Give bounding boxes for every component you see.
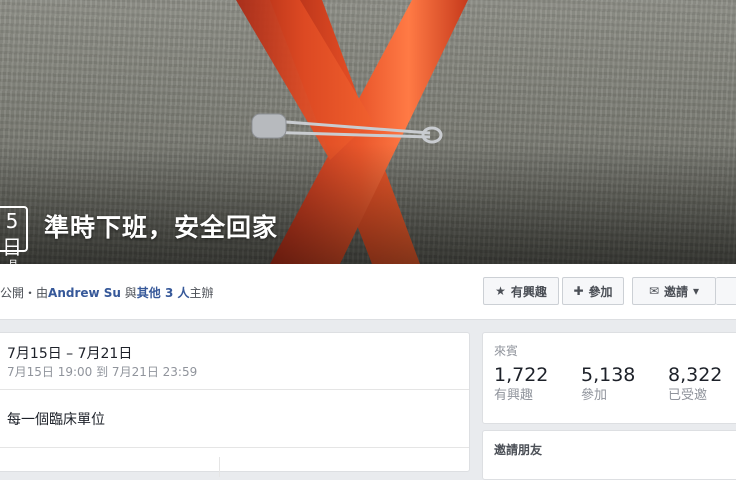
and-text: 與	[120, 286, 137, 300]
invite-friends-card: 邀請朋友	[482, 430, 736, 480]
more-button[interactable]	[716, 277, 736, 305]
date-badge: 5日 月	[0, 206, 28, 264]
interested-button[interactable]: ★ 有興趣	[483, 277, 559, 305]
stat-going[interactable]: 5,138 參加	[581, 363, 635, 405]
caret-down-icon: ▾	[693, 284, 700, 298]
star-icon: ★	[495, 284, 506, 298]
other-hosts-link[interactable]: 其他 3 人	[137, 286, 190, 300]
stat-value: 1,722	[494, 364, 549, 386]
guests-card: 來賓 1,722 有興趣 5,138 參加 8,322 已受邀	[482, 332, 736, 424]
hosted-text: 主辦	[189, 286, 214, 300]
cover-gradient	[0, 144, 736, 264]
divider	[0, 389, 469, 390]
join-label: 參加	[588, 284, 613, 299]
stat-value: 8,322	[668, 364, 723, 386]
event-location: 每一個臨床單位	[7, 412, 105, 428]
date-range: 7月15日 – 7月21日	[7, 346, 133, 362]
stat-label: 已受邀	[668, 388, 708, 403]
join-button[interactable]: ✚ 參加	[562, 277, 624, 305]
envelope-icon: ✉	[648, 284, 659, 298]
invite-friends-heading: 邀請朋友	[494, 443, 543, 457]
interested-label: 有興趣	[510, 284, 547, 299]
host-link[interactable]: Andrew Su	[48, 286, 121, 300]
cover-photo[interactable]: 5日 月 準時下班，安全回家	[0, 0, 736, 264]
guests-heading: 來賓	[494, 344, 519, 358]
invite-label: 邀請	[664, 284, 689, 299]
host-line: 公開・由Andrew Su 與其他 3 人主辦	[0, 284, 214, 301]
by-prefix: ・由	[24, 286, 49, 300]
event-title: 準時下班，安全回家	[44, 213, 279, 242]
event-details-card: 7月15日 – 7月21日 7月15日 19:00 到 7月21日 23:59 …	[0, 332, 470, 477]
privacy-label: 公開	[0, 286, 25, 300]
plus-icon: ✚	[573, 284, 584, 298]
tab-separator	[219, 457, 220, 477]
stat-label: 參加	[581, 388, 608, 403]
stat-label: 有興趣	[494, 388, 534, 403]
stat-value: 5,138	[581, 364, 636, 386]
event-header-bar: 公開・由Andrew Su 與其他 3 人主辦 ★ 有興趣 ✚ 參加 ✉ 邀請 …	[0, 264, 736, 320]
invite-button[interactable]: ✉ 邀請 ▾	[632, 277, 716, 305]
date-detail[interactable]: 7月15日 19:00 到 7月21日 23:59	[7, 363, 197, 380]
date-badge-day: 5日	[2, 209, 22, 259]
divider	[0, 447, 469, 448]
stat-invited[interactable]: 8,322 已受邀	[668, 363, 722, 405]
stat-interested[interactable]: 1,722 有興趣	[494, 363, 548, 405]
